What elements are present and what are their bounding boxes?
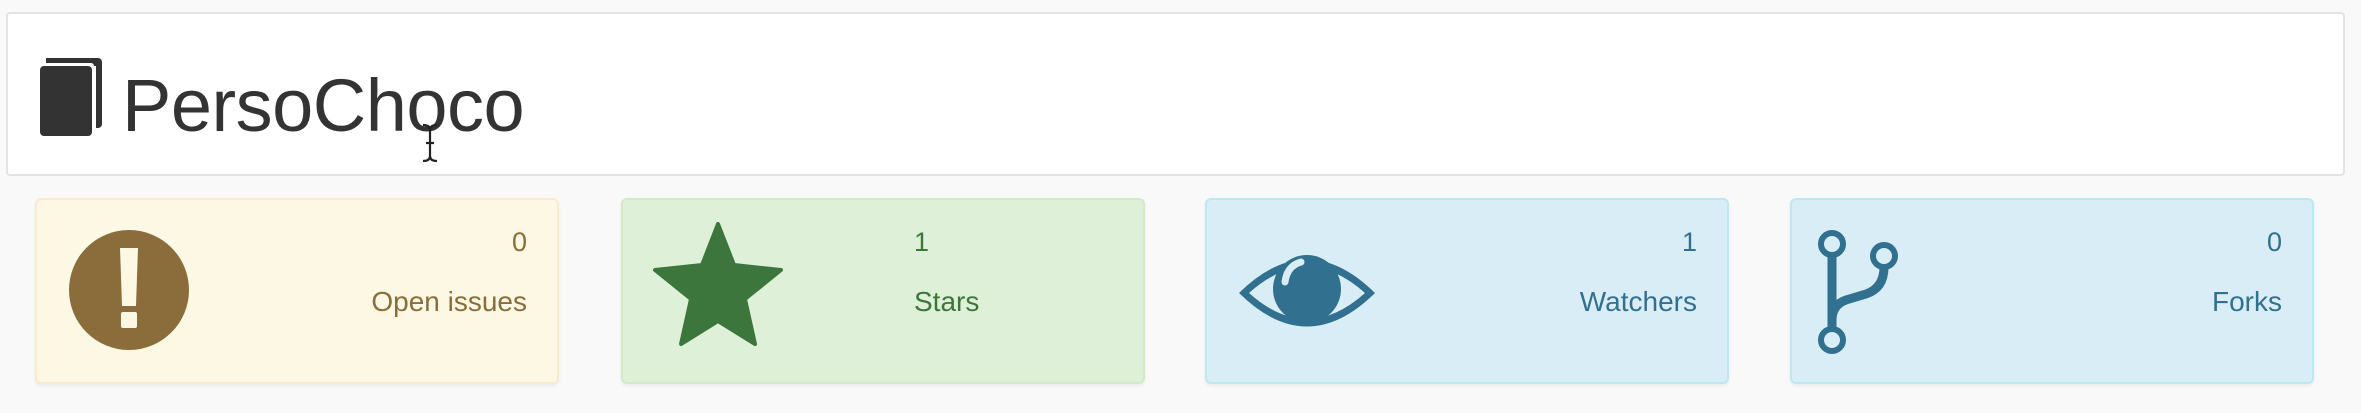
watchers-card[interactable]: 1 Watchers	[1205, 198, 1729, 384]
forks-label: Forks	[2212, 286, 2282, 317]
repo-header: PersoChoco	[6, 12, 2345, 176]
open-issues-count: 0	[511, 227, 527, 257]
stars-card[interactable]: 1 Stars	[621, 198, 1145, 384]
eye-icon	[1239, 255, 1375, 327]
stars-label: Stars	[914, 286, 980, 317]
star-icon	[653, 222, 783, 346]
book-icon	[40, 58, 102, 136]
watchers-count: 1	[1681, 227, 1697, 257]
forks-count: 0	[2266, 227, 2282, 257]
repo-title[interactable]: PersoChoco	[122, 58, 525, 154]
watchers-label: Watchers	[1579, 286, 1697, 317]
forks-card[interactable]: 0 Forks	[1790, 198, 2314, 384]
fork-icon	[1818, 230, 1898, 354]
open-issues-label: Open issues	[371, 286, 527, 317]
text-cursor-icon	[422, 123, 438, 163]
exclamation-circle-icon	[69, 230, 189, 350]
stars-count: 1	[914, 227, 930, 257]
open-issues-card[interactable]: 0 Open issues	[35, 198, 559, 384]
